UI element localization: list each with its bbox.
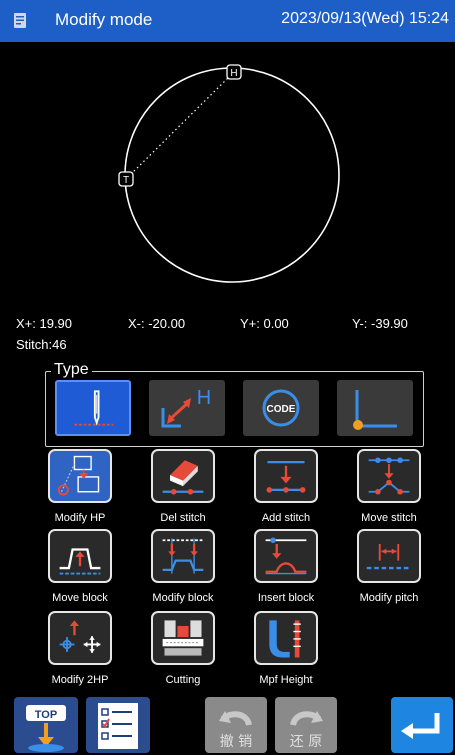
tp-marker-label: T — [123, 175, 129, 186]
top-button[interactable]: TOP — [14, 697, 78, 753]
add-stitch-icon — [266, 460, 306, 493]
pattern-plot[interactable]: H T — [0, 42, 455, 310]
app-icon — [14, 13, 26, 28]
move-block-icon — [59, 548, 101, 575]
modify-2hp-button[interactable] — [48, 611, 112, 665]
stitch-count: Stitch:46 — [16, 337, 67, 352]
tp-marker[interactable]: T — [118, 171, 134, 187]
type-code-button[interactable]: CODE — [243, 380, 319, 436]
needle-icon — [74, 390, 114, 426]
hp-marker-label: H — [230, 68, 237, 79]
datetime: 2023/09/13(Wed) 15:24 — [281, 10, 449, 27]
modify-pitch-label: Modify pitch — [359, 592, 419, 604]
page-title: Modify mode — [55, 10, 153, 29]
modify-hp-icon — [57, 455, 100, 496]
modify-block-icon — [162, 538, 204, 574]
move-block-label: Move block — [52, 592, 108, 604]
modify-hp-label: Modify HP — [54, 512, 106, 524]
undo-label: 撤 销 — [219, 734, 253, 750]
redo-button[interactable]: 还 原 — [275, 697, 337, 753]
del-stitch-button[interactable] — [151, 449, 215, 503]
checklist-button[interactable] — [86, 697, 150, 753]
code-icon: CODE — [262, 389, 300, 427]
enter-return-icon — [401, 713, 440, 739]
checklist-icon — [98, 703, 138, 749]
type-hp-button[interactable]: H — [149, 380, 225, 436]
hp-origin-icon: H — [161, 387, 211, 428]
top-home-icon: TOP — [26, 705, 66, 752]
redo-label: 还 原 — [289, 734, 323, 750]
y-minus-value: Y-: -39.90 — [352, 316, 408, 331]
x-plus-value: X+: 19.90 — [16, 316, 73, 331]
hp-marker[interactable]: H — [226, 64, 242, 80]
cutting-icon — [162, 620, 204, 656]
type-legend: Type — [51, 361, 92, 379]
cutting-button[interactable] — [151, 611, 215, 665]
modify-hp-button[interactable] — [48, 449, 112, 503]
move-block-button[interactable] — [48, 529, 112, 583]
move-stitch-label: Move stitch — [361, 512, 417, 524]
y-plus-value: Y+: 0.00 — [240, 316, 289, 331]
move-stitch-icon — [368, 457, 410, 495]
del-stitch-label: Del stitch — [160, 512, 206, 524]
title-bar: Modify mode 2023/09/13(Wed) 15:24 — [0, 0, 455, 42]
stitch-pattern-circle — [124, 67, 340, 283]
mpf-height-label: Mpf Height — [259, 674, 313, 686]
hp-tp-dotted-line — [125, 71, 235, 180]
modify-2hp-label: Modify 2HP — [51, 674, 109, 686]
insert-block-icon — [265, 537, 307, 575]
code-text: CODE — [267, 404, 296, 415]
modify-pitch-button[interactable] — [357, 529, 421, 583]
modify-block-button[interactable] — [151, 529, 215, 583]
mpf-height-button[interactable] — [254, 611, 318, 665]
cutting-label: Cutting — [165, 674, 201, 686]
enter-button[interactable] — [391, 697, 453, 753]
modify-pitch-icon — [366, 543, 412, 570]
modify-2hp-icon — [59, 620, 101, 653]
top-text: TOP — [35, 709, 57, 721]
add-stitch-button[interactable] — [254, 449, 318, 503]
add-stitch-label: Add stitch — [261, 512, 311, 524]
undo-button[interactable]: 撤 销 — [205, 697, 267, 753]
x-minus-value: X-: -20.00 — [128, 316, 186, 331]
move-stitch-button[interactable] — [357, 449, 421, 503]
insert-block-button[interactable] — [254, 529, 318, 583]
mpf-height-icon — [269, 620, 301, 658]
insert-block-label: Insert block — [257, 592, 315, 604]
modify-block-label: Modify block — [152, 592, 214, 604]
type-axis-button[interactable] — [337, 380, 413, 436]
eraser-icon — [162, 460, 204, 495]
hp-letter: H — [197, 387, 211, 409]
type-needle-button[interactable] — [55, 380, 131, 436]
axis-corner-icon — [353, 390, 397, 430]
